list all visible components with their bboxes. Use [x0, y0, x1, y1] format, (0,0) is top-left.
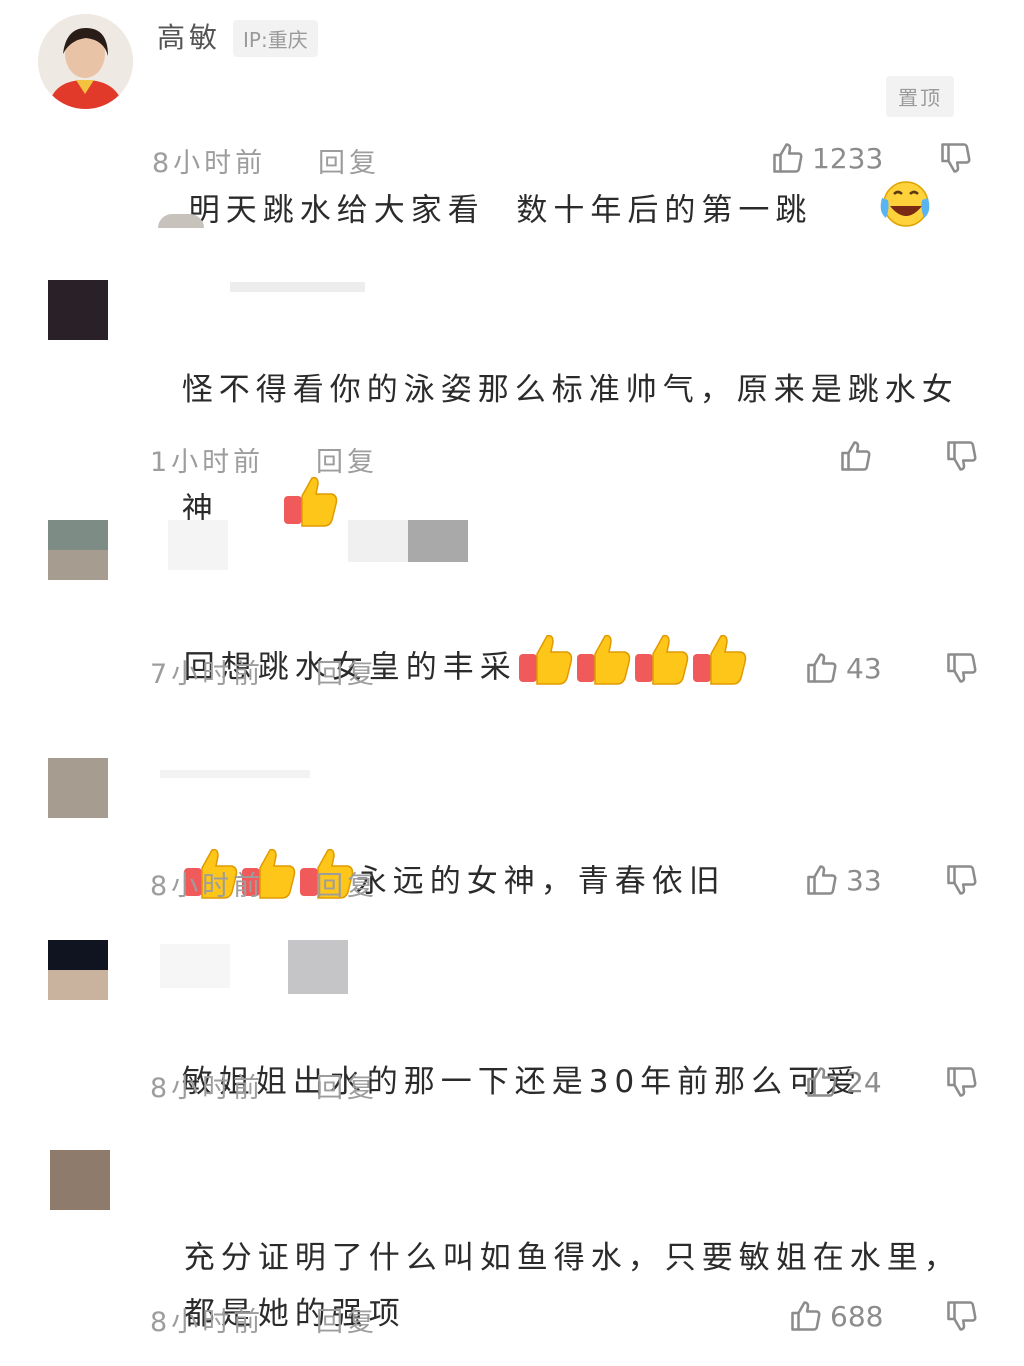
comment-time: 8小时前 — [150, 1307, 265, 1338]
reply-button[interactable]: 回复 — [316, 1066, 378, 1105]
thumbs-up-icon — [838, 438, 874, 474]
blurred-name — [348, 520, 468, 562]
thumbs-up-icon — [804, 862, 840, 898]
like-count: 43 — [846, 651, 882, 685]
thumbs-down-icon[interactable] — [944, 862, 980, 898]
blurred-name — [160, 944, 230, 988]
comment-text-content: 明天跳水给大家看 数十年后的第一跳 — [188, 192, 813, 229]
pinned-badge: 置顶 — [886, 76, 954, 117]
like-button[interactable]: 24 — [804, 1064, 882, 1100]
partial-avatar — [158, 214, 204, 228]
thumbs-down-icon[interactable] — [944, 650, 980, 686]
comment-time: 8小时前 — [150, 1073, 265, 1104]
reply-button[interactable]: 回复 — [318, 141, 380, 180]
blurred-name — [230, 282, 365, 292]
like-count: 1233 — [812, 141, 884, 175]
comment-time: 8小时前 — [152, 148, 267, 179]
blurred-name — [288, 940, 348, 994]
like-count: 688 — [830, 1299, 884, 1333]
reply-button[interactable]: 回复 — [316, 1300, 378, 1339]
thumbs-up-icon — [770, 140, 806, 176]
user-avatar[interactable] — [48, 520, 108, 580]
thumbs-up-icon — [804, 650, 840, 686]
thumbs-up-emoji-icon — [575, 632, 633, 706]
comment-time: 7小时前 — [150, 659, 265, 690]
blurred-name — [160, 770, 310, 778]
reply-button[interactable]: 回复 — [316, 440, 378, 479]
thumbs-up-icon — [804, 1064, 840, 1100]
blurred-name — [168, 520, 228, 570]
thumbs-down-icon[interactable] — [944, 1298, 980, 1334]
like-count: 33 — [846, 863, 882, 897]
comment-text-line: 敏姐姐出水的那一下还是30年前那么可爱 — [181, 1064, 863, 1100]
ip-location-badge: IP:重庆 — [233, 20, 318, 57]
author-avatar[interactable] — [38, 14, 133, 109]
like-button[interactable]: 43 — [804, 650, 882, 686]
comment-text: 明天跳水给大家看 数十年后的第一跳 — [157, 66, 932, 302]
thumbs-up-emoji-icon — [633, 632, 691, 706]
reply-button[interactable]: 回复 — [316, 864, 378, 903]
like-button[interactable]: 1233 — [770, 140, 883, 176]
user-avatar[interactable] — [48, 758, 108, 818]
reply-button[interactable]: 回复 — [316, 652, 378, 691]
comment-time: 8小时前 — [150, 871, 265, 902]
user-avatar[interactable] — [48, 940, 108, 1000]
like-button[interactable] — [838, 438, 880, 474]
thumbs-up-emoji-icon — [691, 632, 749, 706]
comment-text-line: 永远的女神，青春依旧 — [355, 863, 726, 900]
thumbs-down-icon[interactable] — [944, 438, 980, 474]
like-button[interactable]: 688 — [788, 1298, 883, 1334]
user-avatar[interactable] — [48, 280, 108, 340]
user-avatar[interactable] — [50, 1150, 110, 1210]
like-button[interactable]: 33 — [804, 862, 882, 898]
author-name[interactable]: 高敏 — [157, 16, 221, 56]
thumbs-up-emoji-icon — [517, 632, 575, 706]
thumbs-down-icon[interactable] — [944, 1064, 980, 1100]
like-count: 24 — [846, 1065, 882, 1099]
thumbs-down-icon[interactable] — [938, 140, 974, 176]
thumbs-up-icon — [788, 1298, 824, 1334]
comment-time: 1小时前 — [150, 447, 265, 478]
